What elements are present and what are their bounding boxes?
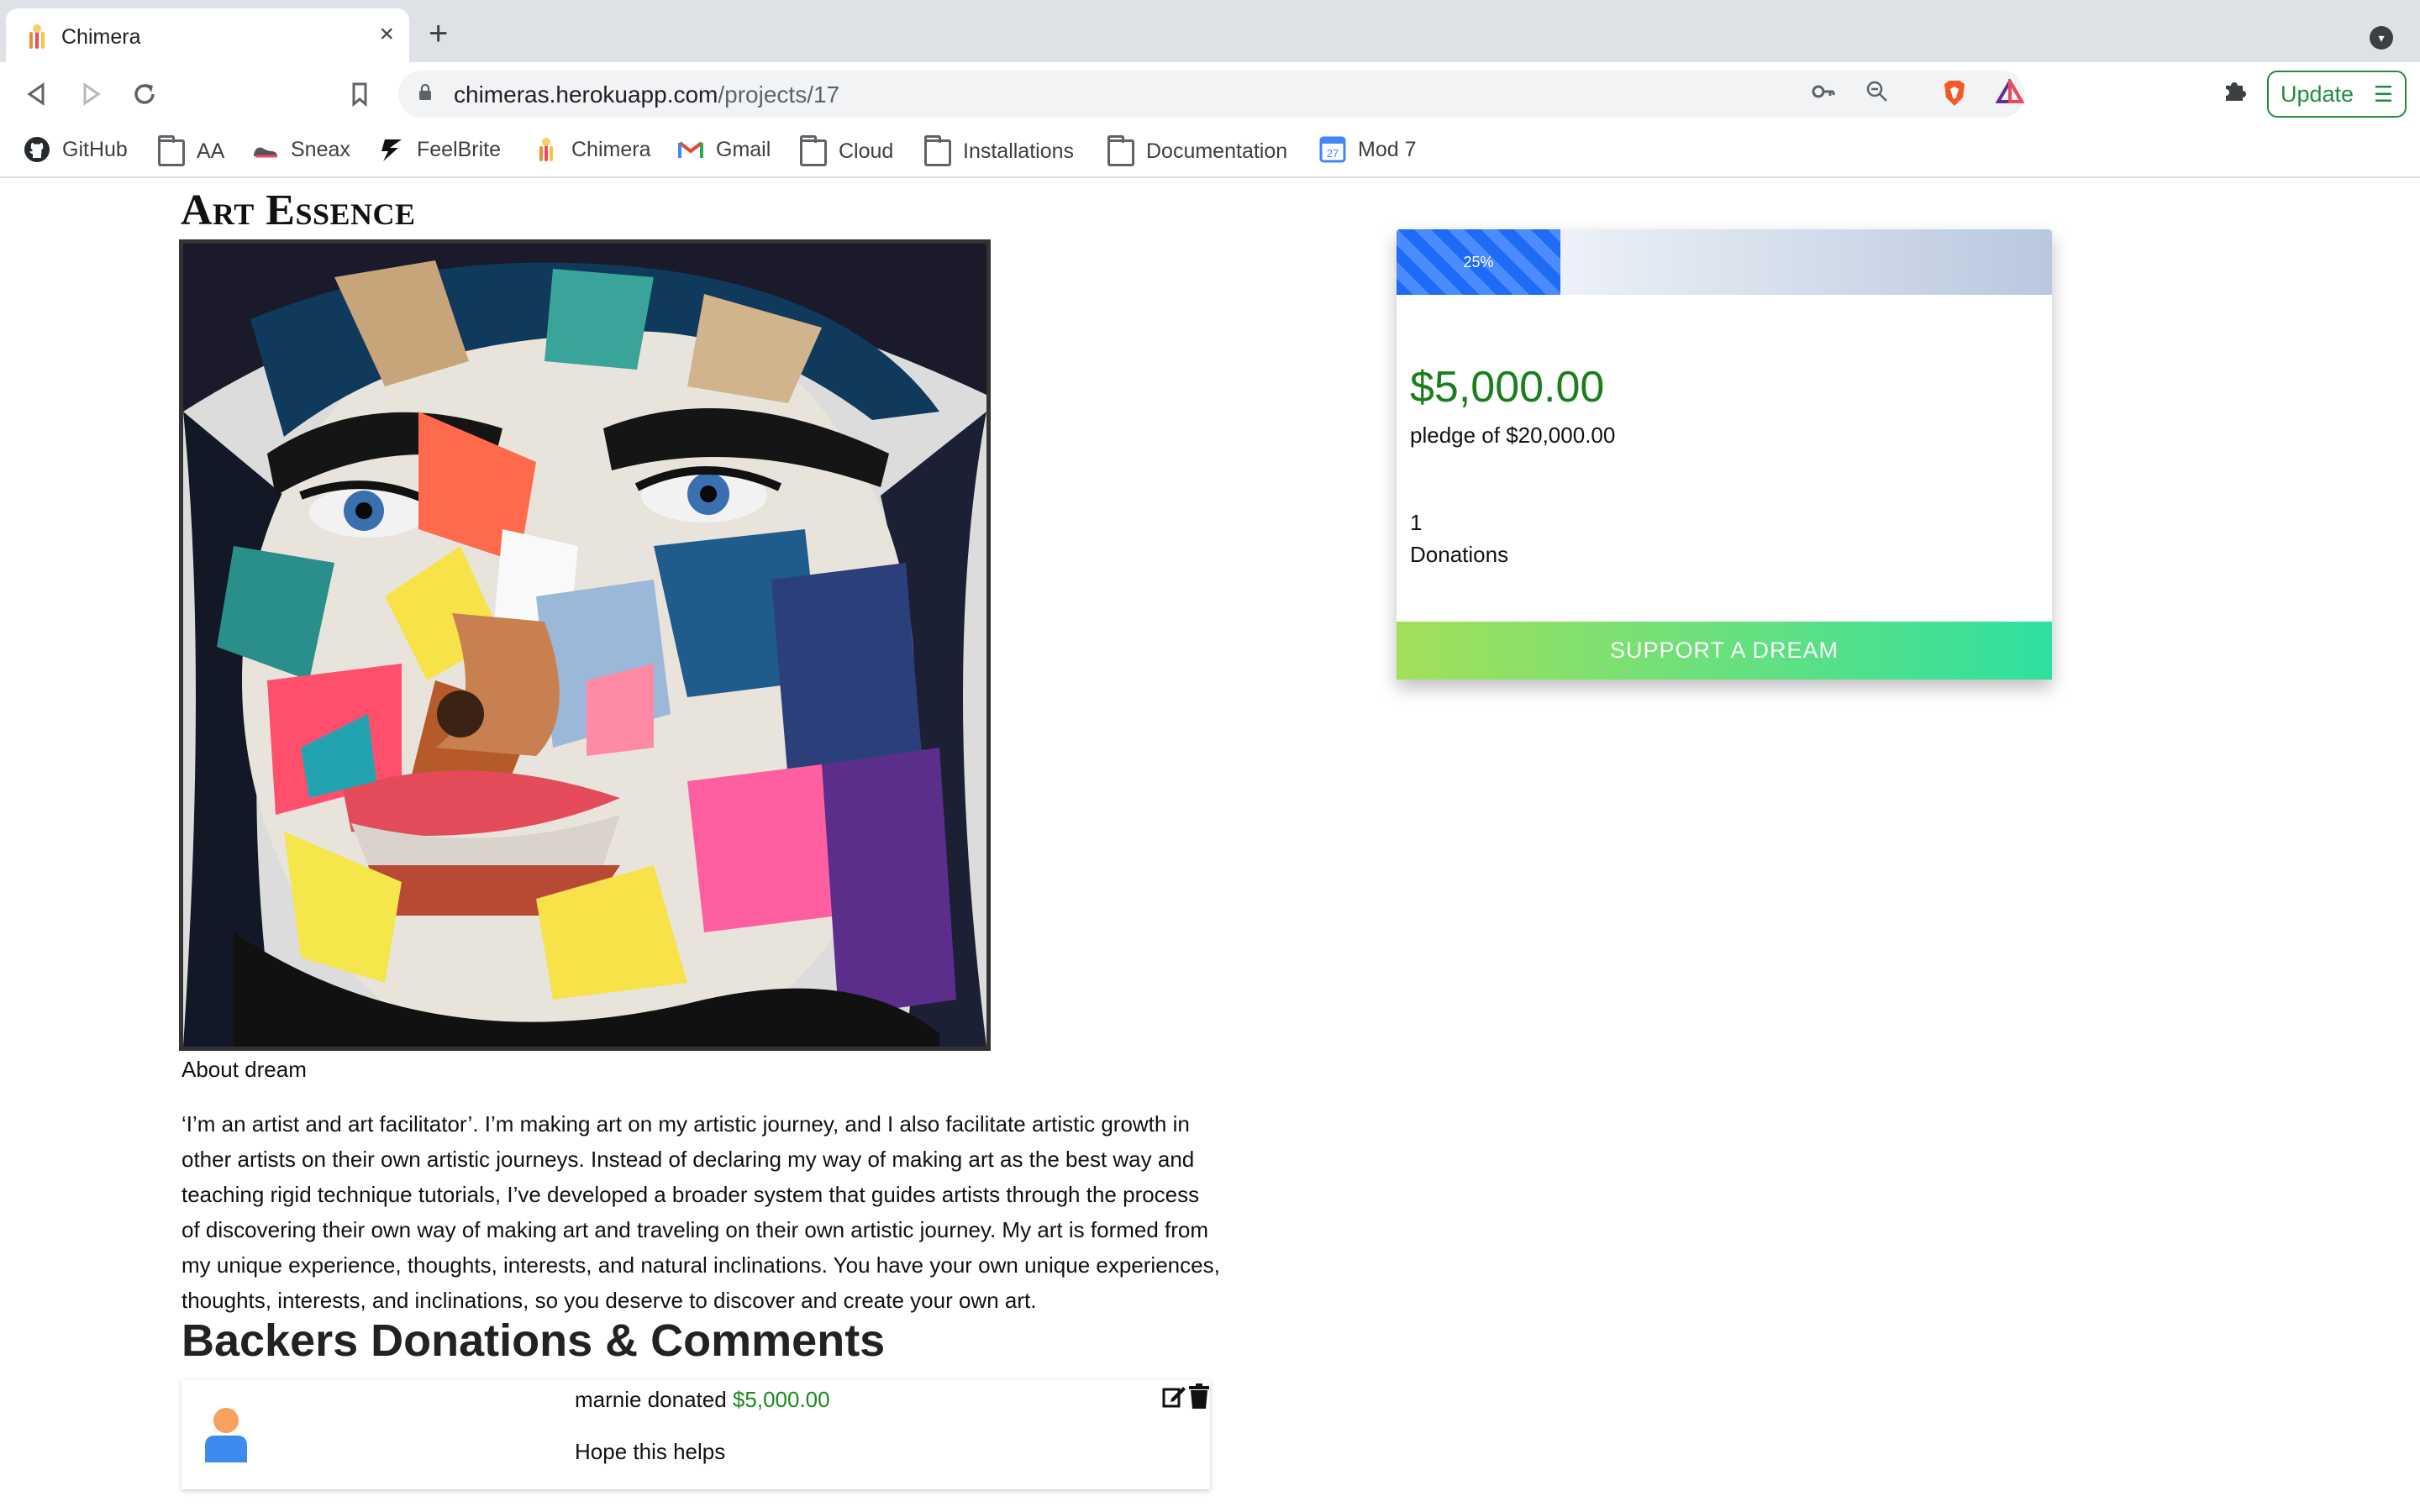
gmail-icon	[678, 141, 703, 158]
support-dream-button[interactable]: SUPPORT A DREAM	[1397, 622, 2052, 680]
tab-title: Chimera	[61, 25, 141, 49]
folder-icon	[1107, 135, 1134, 166]
avatar-icon	[205, 1408, 247, 1462]
reload-icon[interactable]	[128, 77, 161, 111]
donation-amount: $5,000.00	[732, 1387, 830, 1412]
github-icon	[24, 137, 50, 162]
donations-label: Donations	[1410, 542, 1509, 567]
painted-face-image	[183, 244, 986, 1047]
lightning-icon	[381, 139, 402, 161]
about-label: About dream	[182, 1057, 307, 1082]
donor-text: marnie donated	[575, 1387, 727, 1412]
folder-icon	[158, 135, 185, 166]
comment-donor: marnie donated $5,000.00	[575, 1387, 830, 1413]
svg-text:27: 27	[1327, 147, 1339, 160]
project-title: Art Essence	[181, 186, 416, 234]
bookmark-aa[interactable]: AA	[158, 135, 224, 166]
bookmark-page-icon[interactable]	[343, 77, 376, 111]
edit-icon[interactable]	[1161, 1383, 1186, 1409]
bookmark-installations[interactable]: Installations	[924, 135, 1074, 166]
donations-count: 1	[1410, 510, 1423, 535]
project-image	[179, 239, 991, 1051]
folder-icon	[924, 135, 951, 166]
pledge-goal: pledge of $20,000.00	[1410, 423, 1616, 448]
comment-actions	[1161, 1383, 1210, 1409]
page-content: Art Essence About dream ‘I’m an artist a…	[0, 179, 2420, 1512]
tab-strip: Chimera × + ▾	[0, 0, 2420, 62]
trash-icon[interactable]	[1188, 1383, 1210, 1409]
chimera-icon	[539, 138, 553, 161]
tab-search-icon[interactable]: ▾	[2370, 26, 2393, 50]
zoom-out-icon[interactable]	[1862, 79, 1892, 109]
bookmark-gmail[interactable]: Gmail	[677, 136, 771, 163]
lock-icon	[419, 84, 431, 100]
browser-toolbar: chimeras.herokuapp.com/projects/17 Updat…	[0, 62, 2420, 126]
comment-card: marnie donated $5,000.00 Hope this helps	[182, 1380, 1210, 1489]
about-text: ‘I’m an artist and art facilitator’. I’m…	[182, 1111, 1220, 1313]
key-icon[interactable]	[1808, 79, 1839, 109]
comment-text: Hope this helps	[575, 1439, 726, 1464]
calendar-icon: 27	[1319, 136, 1346, 163]
brave-shield-icon[interactable]	[1939, 79, 1970, 109]
bookmark-cloud[interactable]: Cloud	[800, 135, 893, 166]
browser-tab[interactable]: Chimera ×	[6, 8, 409, 62]
back-icon[interactable]	[20, 77, 54, 111]
bookmark-sneax[interactable]: Sneax	[252, 136, 350, 163]
chimera-favicon-icon	[29, 24, 45, 49]
backers-heading: Backers Donations & Comments	[182, 1315, 886, 1366]
new-tab-button[interactable]: +	[429, 17, 448, 50]
bookmarks-bar: GitHub AA Sneax FeelBrite Chimera Gmail …	[0, 126, 2420, 178]
url-text: chimeras.herokuapp.com/projects/17	[454, 81, 840, 108]
menu-icon: ☰	[2373, 81, 2393, 107]
funding-progress-bar: 25%	[1397, 229, 2052, 295]
bookmark-feelbrite[interactable]: FeelBrite	[378, 136, 501, 163]
progress-fill: 25%	[1397, 229, 1560, 295]
funded-amount: $5,000.00	[1410, 363, 1605, 412]
forward-icon[interactable]	[74, 77, 108, 111]
funding-card: 25% $5,000.00 pledge of $20,000.00 1 Don…	[1397, 229, 2052, 680]
bookmark-documentation[interactable]: Documentation	[1107, 135, 1287, 166]
bookmark-github[interactable]: GitHub	[24, 136, 128, 163]
close-tab-icon[interactable]: ×	[379, 20, 394, 49]
folder-icon	[800, 135, 827, 166]
update-button[interactable]: Update ☰	[2267, 71, 2407, 118]
bookmark-mod-7[interactable]: 27 Mod 7	[1319, 136, 1416, 163]
brave-rewards-icon[interactable]	[1995, 75, 2025, 109]
address-bar[interactable]: chimeras.herokuapp.com/projects/17	[398, 71, 2025, 118]
extensions-puzzle-icon[interactable]	[2221, 77, 2248, 111]
sneaker-icon	[254, 147, 277, 158]
bookmark-chimera[interactable]: Chimera	[533, 136, 650, 163]
